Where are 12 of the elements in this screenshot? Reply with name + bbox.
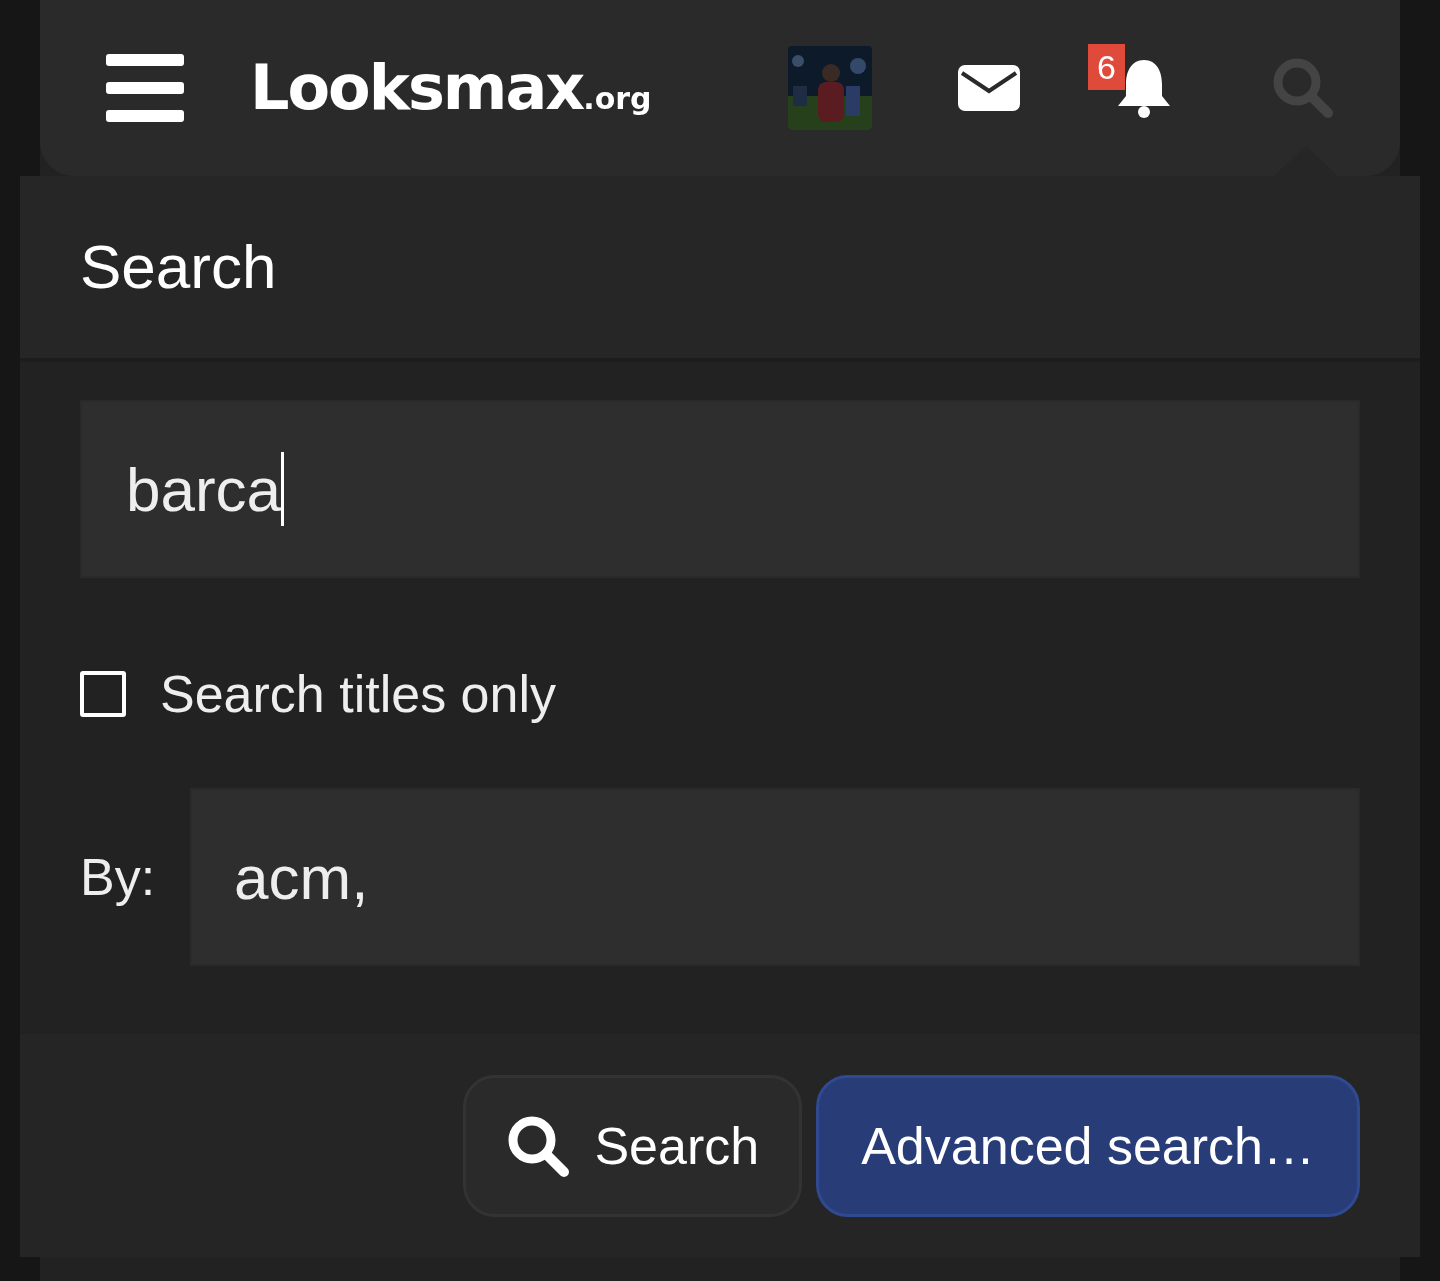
menu-title: Search: [80, 236, 277, 298]
checkbox[interactable]: [80, 671, 126, 717]
envelope-icon[interactable]: [958, 65, 1020, 111]
advanced-search-button[interactable]: Advanced search…: [816, 1074, 1360, 1217]
field-label: By:: [80, 847, 157, 907]
search-button[interactable]: Search: [463, 1074, 803, 1217]
menu-icon[interactable]: [106, 54, 184, 122]
checkbox-label[interactable]: Search titles only: [160, 664, 556, 724]
site-logo[interactable]: Looksmax.org: [250, 57, 652, 119]
notification-badge: 6: [1088, 44, 1125, 90]
author-field[interactable]: acm,: [190, 788, 1360, 966]
search-field[interactable]: barca: [80, 400, 1360, 578]
